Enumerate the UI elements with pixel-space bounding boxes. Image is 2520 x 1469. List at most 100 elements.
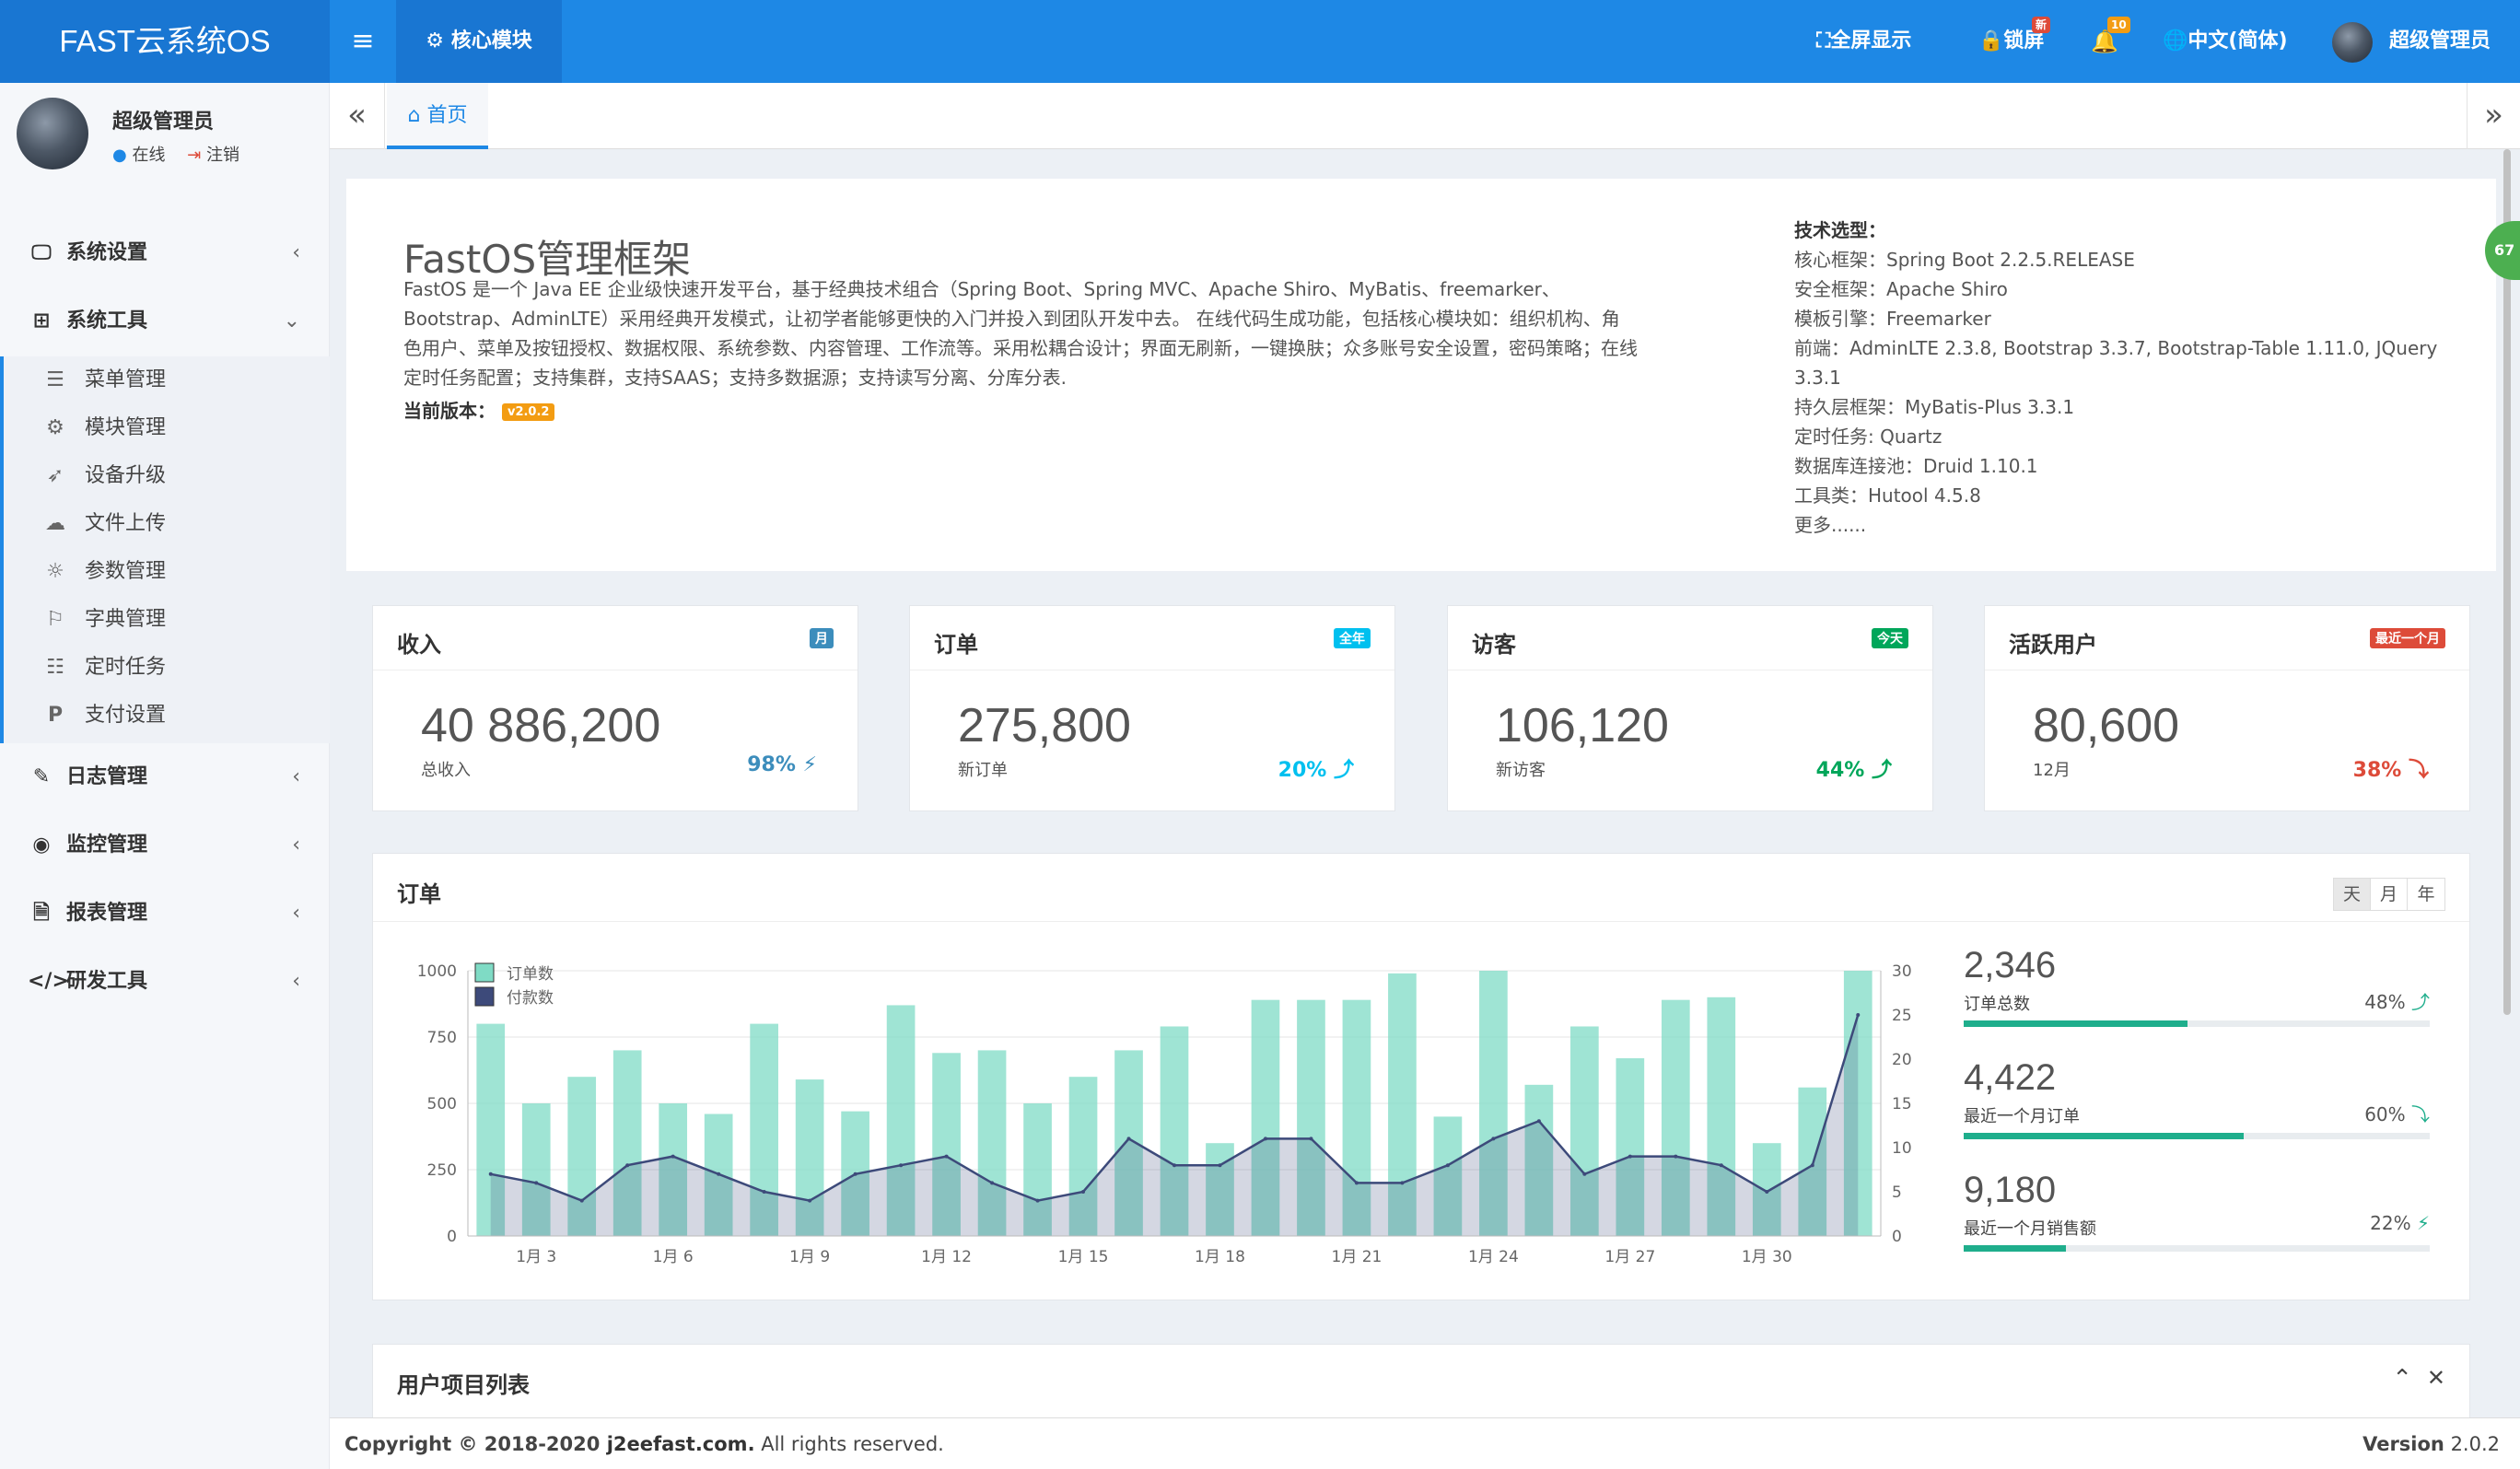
chart-point — [671, 1154, 675, 1159]
chart-point — [1172, 1163, 1176, 1168]
trend-up-icon: ⤴ — [1871, 759, 1892, 782]
sidebar-subitem-label: 定时任务 — [85, 656, 167, 679]
tab-core-module[interactable]: ⚙ 核心模块 — [396, 0, 562, 83]
language-selector[interactable]: 🌐中文(简体) — [2163, 0, 2288, 83]
tabs-scroll-left-icon[interactable]: « — [330, 83, 385, 149]
x-tick-label: 1月 15 — [1058, 1248, 1109, 1266]
expand-icon: ⛶ — [1816, 29, 1831, 52]
sidebar-subitem-payment-settings[interactable]: P 支付设置 — [4, 692, 330, 740]
fullscreen-button[interactable]: ⛶全屏显示 — [1816, 0, 1911, 83]
chart-point — [1674, 1154, 1678, 1159]
tab-home[interactable]: ⌂ 首页 — [387, 83, 488, 149]
range-year-button[interactable]: 年 — [2408, 879, 2444, 910]
tabs-scroll-right-icon[interactable]: » — [2467, 83, 2520, 149]
close-icon[interactable]: ✕ — [2427, 1365, 2445, 1391]
sidebar-item-dev-tools[interactable]: </> 研发工具 ‹ — [0, 948, 330, 1016]
sidebar-item-monitor-mgmt[interactable]: ◉ 监控管理 ‹ — [0, 811, 330, 880]
sidebar-item-label: 系统设置 — [66, 241, 148, 264]
x-tick-label: 1月 12 — [921, 1248, 972, 1266]
sidebar-subitem-param-mgmt[interactable]: ☼ 参数管理 — [4, 548, 330, 596]
user-panel: 超级管理员 ● 在线 ⇥ 注销 — [0, 83, 330, 193]
app-logo[interactable]: FAST云系统OS — [0, 0, 330, 83]
sidebar-item-system-settings[interactable]: 🖵 系统设置 ‹ — [0, 219, 330, 287]
lock-screen-button[interactable]: 🔒锁屏新 — [1978, 0, 2051, 83]
x-tick-label: 1月 3 — [516, 1248, 556, 1266]
notifications-button[interactable]: 🔔 10 — [2091, 0, 2130, 83]
chart-point — [1445, 1163, 1450, 1168]
summary-percent: 48% — [2364, 991, 2406, 1013]
logout-icon[interactable]: ⇥ — [187, 146, 201, 165]
x-tick-label: 1月 27 — [1604, 1248, 1655, 1266]
stat-value: 80,600 — [2033, 699, 2180, 752]
tech-item: 工具类：Hutool 4.5.8 — [1794, 484, 1981, 507]
stat-card-active-users: 活跃用户 最近一个月 80,600 12月 38% ⤵ — [1984, 605, 2470, 811]
trend-up-icon: ⤴ — [2411, 991, 2430, 1013]
sidebar-subitem-label: 字典管理 — [85, 608, 167, 631]
intro-card: FastOS管理框架 FastOS 是一个 Java EE 企业级快速开发平台，… — [346, 179, 2496, 571]
chart-point — [1491, 1137, 1496, 1141]
lock-icon: 🔒 — [1978, 29, 2004, 52]
progress-bar — [1964, 1245, 2430, 1252]
sidebar-subitem-module-mgmt[interactable]: ⚙ 模块管理 — [4, 404, 330, 452]
chart-point — [1263, 1137, 1267, 1141]
tech-item: 持久层框架：MyBatis-Plus 3.3.1 — [1794, 396, 2075, 418]
site-link[interactable]: j2eefast.com. — [607, 1433, 755, 1455]
stat-sub: 总收入 — [421, 761, 471, 780]
excel-file-icon: 🗎 — [33, 902, 50, 925]
bookmark-icon: ⚐ — [46, 608, 64, 631]
y-right-tick-label: 10 — [1892, 1139, 1912, 1158]
sidebar-subitem-menu-mgmt[interactable]: ☰ 菜单管理 — [4, 356, 330, 404]
y-right-tick-label: 0 — [1892, 1228, 1902, 1246]
chart-point — [1765, 1190, 1769, 1194]
chart-point — [808, 1198, 812, 1203]
chevron-left-icon: ‹ — [292, 241, 300, 264]
sidebar-subitem-scheduled-tasks[interactable]: ☷ 定时任务 — [4, 644, 330, 692]
legend-label: 订单数 — [507, 965, 554, 984]
range-month-button[interactable]: 月 — [2371, 879, 2408, 910]
y-right-tick-label: 5 — [1892, 1183, 1902, 1202]
list-icon: ☰ — [46, 368, 64, 391]
version-footer-value: 2.0.2 — [2450, 1433, 2500, 1455]
tech-item: 模板引擎：Freemarker — [1794, 308, 1991, 330]
tech-item: 核心框架：Spring Boot 2.2.5.RELEASE — [1794, 249, 2135, 271]
projects-title: 用户项目列表 — [397, 1372, 530, 1398]
summary-value: 4,422 — [1964, 1057, 2057, 1098]
trend-down-icon: ⤵ — [2408, 759, 2429, 782]
range-day-button[interactable]: 天 — [2334, 879, 2371, 910]
chart-point — [488, 1172, 493, 1176]
stat-badge: 最近一个月 — [2370, 628, 2445, 648]
collapse-icon[interactable]: ⌃ — [2392, 1365, 2412, 1393]
stat-value: 275,800 — [958, 699, 1131, 752]
stat-title: 订单 — [934, 632, 978, 658]
progress-bar — [1964, 1020, 2430, 1027]
stat-badge: 今天 — [1872, 628, 1908, 648]
chart-point — [1126, 1137, 1131, 1141]
stat-sub: 新订单 — [958, 761, 1008, 780]
chart-point — [717, 1172, 721, 1176]
version-badge: v2.0.2 — [501, 403, 555, 421]
sidebar-subitem-file-upload[interactable]: ☁ 文件上传 — [4, 500, 330, 548]
version-label: 当前版本： — [403, 400, 496, 422]
sidebar-item-log-mgmt[interactable]: ✎ 日志管理 ‹ — [0, 743, 330, 811]
sidebar-subitem-label: 模块管理 — [85, 416, 167, 439]
sidebar-subitem-dict-mgmt[interactable]: ⚐ 字典管理 — [4, 596, 330, 644]
chart-point — [1400, 1181, 1405, 1185]
stat-title: 活跃用户 — [2009, 632, 2097, 658]
progress-fill — [1964, 1133, 2244, 1139]
chart-point — [1719, 1163, 1723, 1168]
chevron-left-icon: ‹ — [292, 765, 300, 788]
trend-up-icon: ⤴ — [1333, 759, 1354, 782]
sidebar-item-report-mgmt[interactable]: 🗎 报表管理 ‹ — [0, 880, 330, 948]
sidebar-subitem-label: 参数管理 — [85, 560, 167, 583]
bolt-icon: ⚡ — [802, 753, 817, 776]
chevron-left-icon: ‹ — [292, 834, 300, 857]
stat-card-orders: 订单 全年 275,800 新订单 20% ⤴ — [909, 605, 1395, 811]
hamburger-menu-icon[interactable]: ≡ — [330, 0, 396, 83]
sidebar-item-label: 监控管理 — [66, 834, 148, 857]
chart-point — [1218, 1163, 1222, 1168]
orders-title: 订单 — [397, 881, 441, 907]
chart-point — [1081, 1190, 1086, 1194]
sidebar-item-system-tools[interactable]: ⊞ 系统工具 ⌄ — [0, 287, 330, 356]
sidebar-subitem-device-upgrade[interactable]: ➶ 设备升级 — [4, 452, 330, 500]
logout-link[interactable]: 注销 — [206, 146, 239, 165]
